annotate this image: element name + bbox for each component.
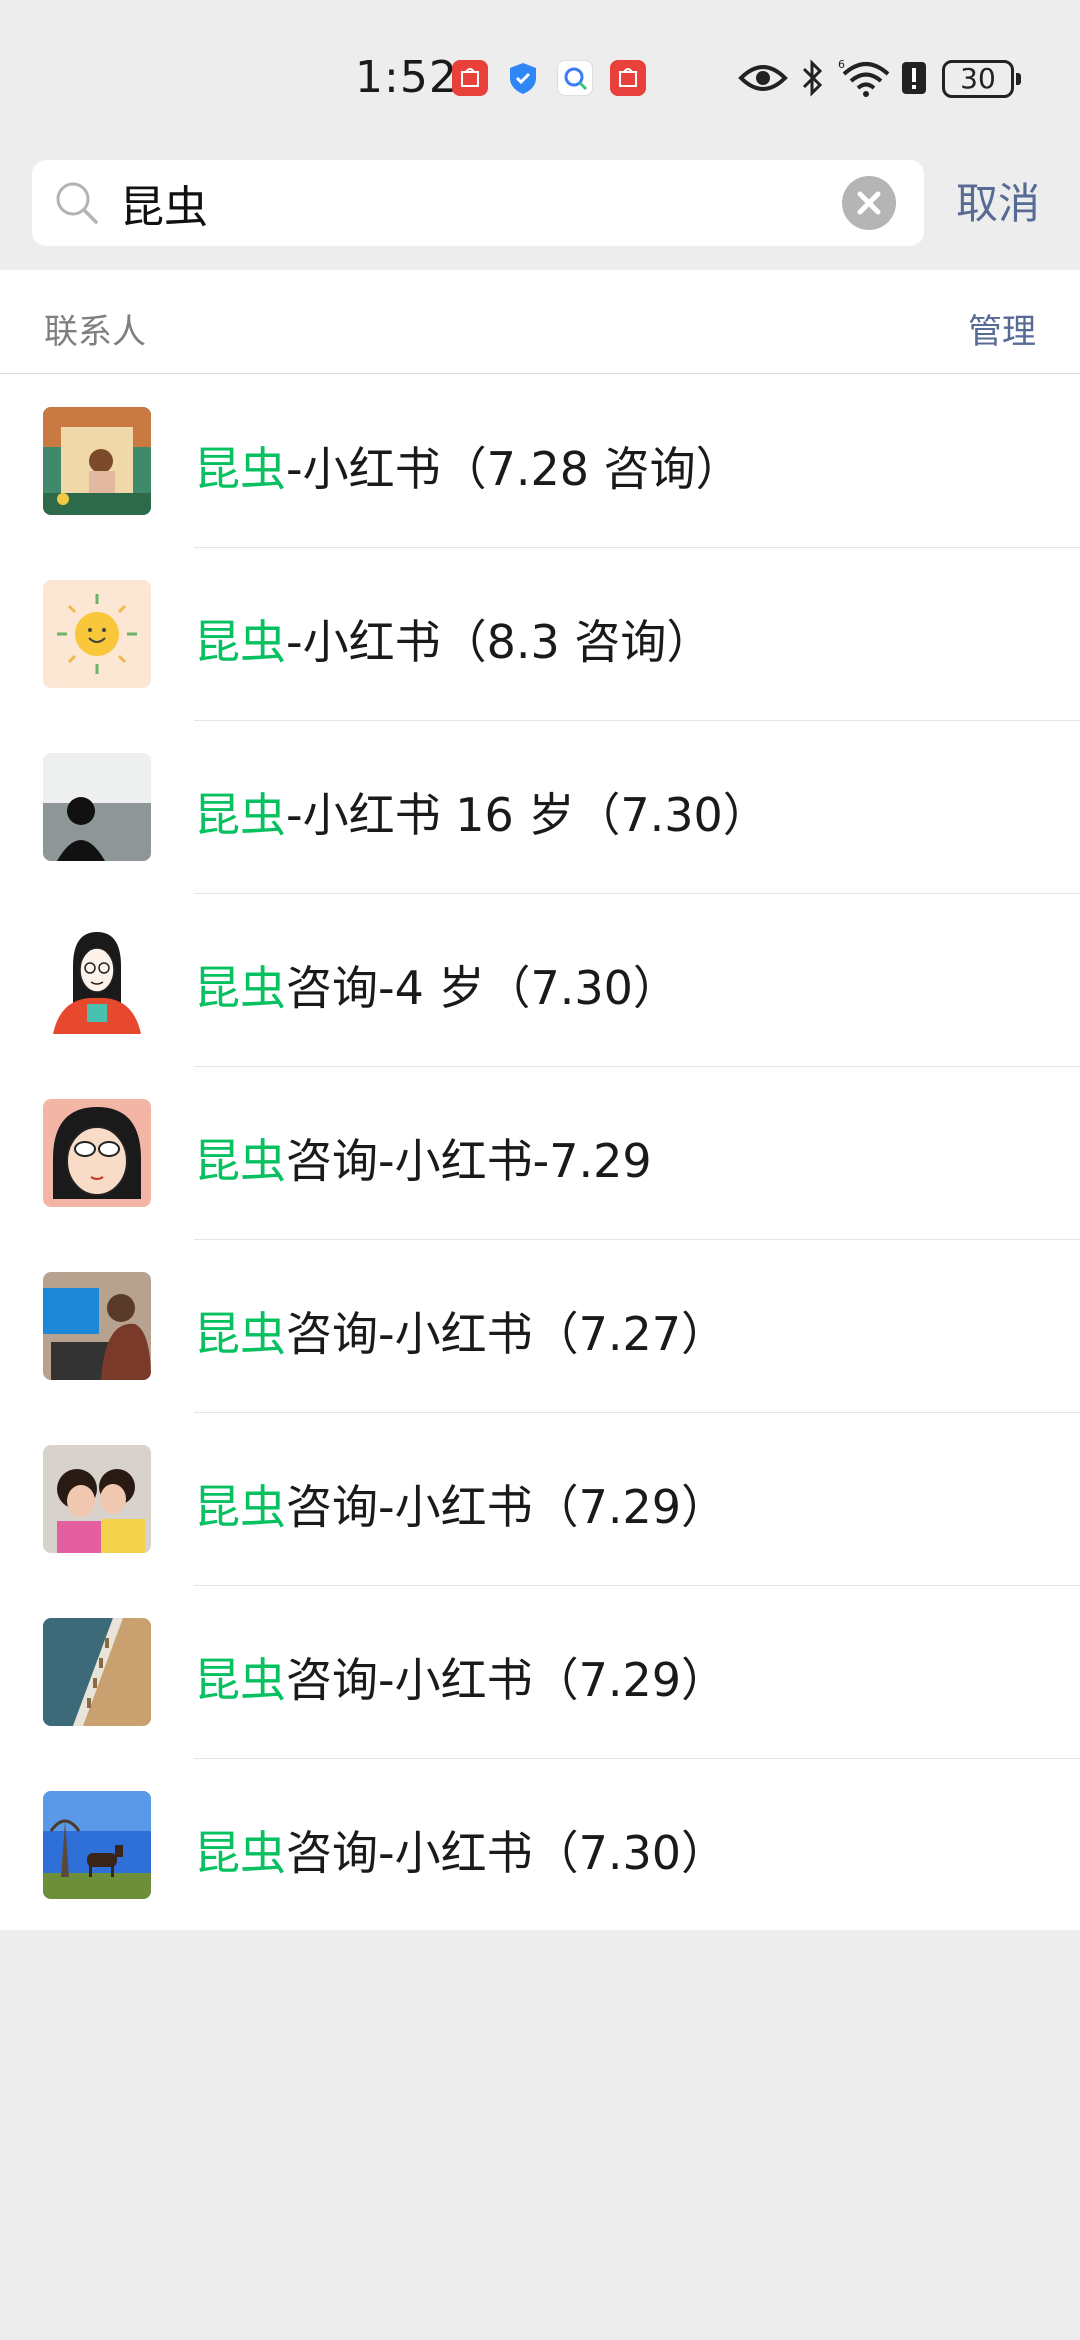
search-results: 联系人 管理 昆虫-小红书（7.28 咨询） 昆虫-小红书（8.3 咨询） 昆虫… — [0, 270, 1080, 1930]
section-title: 联系人 — [44, 312, 146, 352]
status-bar: 1:52 6 30 — [0, 0, 1080, 150]
shield-icon — [505, 60, 541, 96]
search-input[interactable] — [120, 172, 840, 234]
contact-row[interactable]: 昆虫咨询-小红书（7.30） — [0, 1759, 1080, 1932]
cancel-button[interactable]: 取消 — [956, 174, 1056, 234]
contact-row[interactable]: 昆虫-小红书（8.3 咨询） — [0, 548, 1080, 721]
contact-row[interactable]: 昆虫咨询-小红书（7.27） — [0, 1240, 1080, 1413]
avatar — [43, 407, 151, 515]
eye-icon — [738, 58, 788, 102]
close-icon — [857, 191, 881, 215]
contact-row[interactable]: 昆虫咨询-小红书（7.29） — [0, 1413, 1080, 1586]
contact-name: 昆虫咨询-小红书（7.27） — [194, 1307, 728, 1361]
contact-name: 昆虫咨询-4 岁（7.30） — [194, 961, 679, 1015]
contact-row[interactable]: 昆虫咨询-小红书-7.29 — [0, 1067, 1080, 1240]
avatar — [43, 1272, 151, 1380]
battery-icon: 30 — [942, 60, 1021, 98]
alert-icon — [900, 58, 928, 102]
contact-name: 昆虫咨询-小红书-7.29 — [194, 1134, 652, 1188]
huawei-appgallery-icon — [610, 60, 646, 96]
contact-name: 昆虫咨询-小红书（7.29） — [194, 1480, 728, 1534]
contact-row[interactable]: 昆虫-小红书 16 岁（7.30） — [0, 721, 1080, 894]
contact-name: 昆虫-小红书 16 岁（7.30） — [194, 788, 769, 842]
contact-name: 昆虫-小红书（7.28 咨询） — [194, 442, 742, 496]
avatar — [43, 1099, 151, 1207]
search-bar[interactable] — [32, 160, 924, 246]
search-icon — [52, 178, 102, 232]
avatar — [43, 926, 151, 1034]
status-time: 1:52 — [355, 52, 458, 103]
svg-text:6: 6 — [838, 58, 845, 71]
contact-name: 昆虫咨询-小红书（7.29） — [194, 1653, 728, 1707]
search-assistant-icon — [557, 60, 593, 96]
avatar — [43, 1445, 151, 1553]
huawei-appgallery-icon — [452, 60, 488, 96]
avatar — [43, 580, 151, 688]
avatar — [43, 1791, 151, 1899]
contact-name: 昆虫咨询-小红书（7.30） — [194, 1826, 728, 1880]
bluetooth-icon — [800, 58, 826, 102]
contact-name: 昆虫-小红书（8.3 咨询） — [194, 615, 713, 669]
wifi-6-icon: 6 — [838, 58, 894, 102]
contact-row[interactable]: 昆虫咨询-小红书（7.29） — [0, 1586, 1080, 1759]
contact-row[interactable]: 昆虫-小红书（7.28 咨询） — [0, 375, 1080, 548]
section-header-contacts: 联系人 管理 — [0, 270, 1080, 374]
manage-link[interactable]: 管理 — [968, 304, 1036, 353]
avatar — [43, 753, 151, 861]
contact-row[interactable]: 昆虫咨询-4 岁（7.30） — [0, 894, 1080, 1067]
avatar — [43, 1618, 151, 1726]
clear-search-button[interactable] — [842, 176, 896, 230]
